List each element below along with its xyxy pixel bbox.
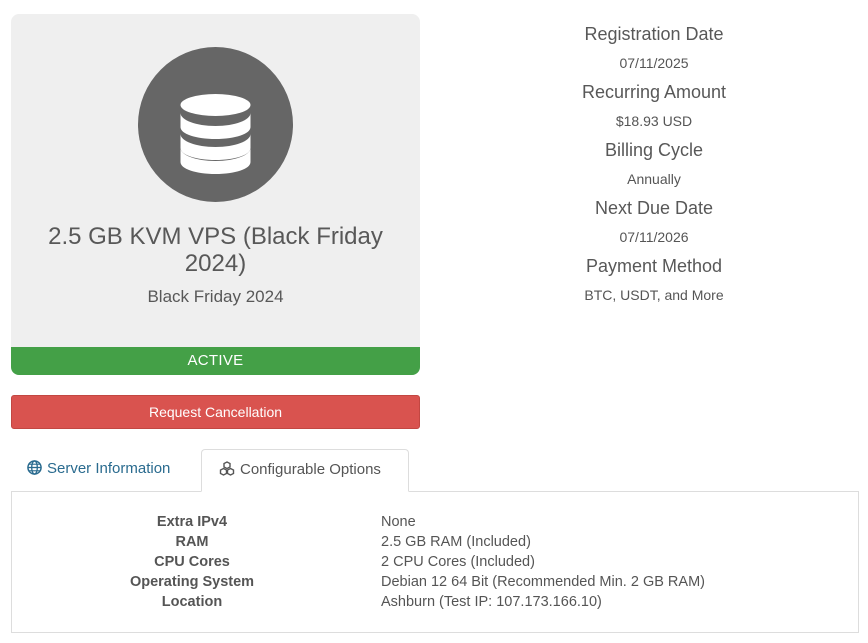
option-value: 2 CPU Cores (Included) [381,554,535,570]
cubes-icon [219,461,235,476]
option-value: None [381,514,416,530]
tab-bar: Server Information Configurable Options [11,449,859,492]
option-label: Extra IPv4 [156,514,228,530]
option-row-location: Location Ashburn (Test IP: 107.173.166.1… [12,592,860,612]
option-row-ram: RAM 2.5 GB RAM (Included) [12,532,860,552]
tab-configurable-options[interactable]: Configurable Options [201,449,409,492]
product-group: Black Friday 2024 [147,287,284,306]
registration-date-value: 07/11/2025 [619,55,689,71]
next-due-date-label: Next Due Date [594,198,714,218]
payment-method-value: BTC, USDT, and More [584,287,724,303]
payment-method-label: Payment Method [585,256,723,276]
status-badge: ACTIVE [11,347,420,375]
tab-server-information[interactable]: Server Information [11,449,201,492]
configurable-options-panel: Extra IPv4 None RAM 2.5 GB RAM (Included… [11,491,859,633]
option-row-operating-system: Operating System Debian 12 64 Bit (Recom… [12,572,860,592]
globe-icon [27,460,42,475]
product-card: 2.5 GB KVM VPS (Black Friday 2024) Black… [11,14,420,375]
product-name: 2.5 GB KVM VPS (Black Friday 2024) [48,223,383,277]
tab-server-information-label: Server Information [47,460,171,477]
option-label: Operating System [129,574,255,590]
billing-info: Registration Date 07/11/2025 Recurring A… [440,20,868,310]
billing-cycle-label: Billing Cycle [604,140,704,160]
option-value: Ashburn (Test IP: 107.173.166.10) [381,594,602,610]
recurring-amount-label: Recurring Amount [581,82,727,102]
option-value: Debian 12 64 Bit (Recommended Min. 2 GB … [381,574,705,590]
product-icon-circle [138,47,293,202]
option-label: Location [161,594,223,610]
request-cancellation-button[interactable]: Request Cancellation [11,395,420,429]
registration-date-label: Registration Date [584,24,724,44]
billing-cycle-value: Annually [627,171,681,187]
option-row-cpu-cores: CPU Cores 2 CPU Cores (Included) [12,552,860,572]
option-label: RAM [175,534,209,550]
option-value: 2.5 GB RAM (Included) [381,534,531,550]
recurring-amount-value: $18.93 USD [615,113,693,129]
database-icon [180,94,251,174]
option-row-extra-ipv4: Extra IPv4 None [12,512,860,532]
next-due-date-value: 07/11/2026 [619,229,689,245]
option-label: CPU Cores [154,554,230,570]
tab-configurable-options-label: Configurable Options [240,461,381,478]
